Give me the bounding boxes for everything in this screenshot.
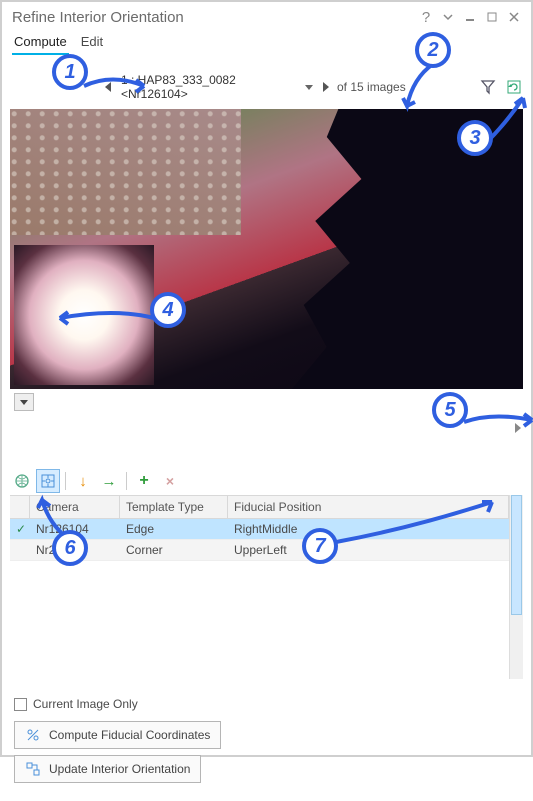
compute-fiducial-icon <box>25 727 41 743</box>
checkbox[interactable] <box>14 698 27 711</box>
cell-fiducial: UpperLeft <box>228 540 509 560</box>
add-button[interactable]: + <box>132 469 156 493</box>
fiducial-table-wrap: Camera Template Type Fiducial Position ✓… <box>10 495 523 679</box>
fiducial-table: Camera Template Type Fiducial Position ✓… <box>10 495 509 679</box>
title-bar: Refine Interior Orientation ? <box>2 2 531 28</box>
update-orientation-icon <box>25 761 41 777</box>
close-icon[interactable] <box>505 8 523 26</box>
chevron-down-icon <box>305 85 313 90</box>
compute-fiducial-button[interactable]: Compute Fiducial Coordinates <box>14 721 221 749</box>
maximize-icon[interactable] <box>483 8 501 26</box>
cell-template: Edge <box>120 519 228 539</box>
col-camera[interactable]: Camera <box>30 496 120 518</box>
update-orientation-label: Update Interior Orientation <box>49 762 190 776</box>
image-preview[interactable] <box>10 109 523 389</box>
next-image-button[interactable] <box>323 82 329 92</box>
expand-right-button[interactable] <box>515 423 521 433</box>
compute-fiducial-label: Compute Fiducial Coordinates <box>49 728 210 742</box>
cell-camera: Nr126104 <box>30 519 120 539</box>
image-select[interactable]: 1 : HAP83_333_0082 <Nr126104> <box>117 71 317 103</box>
current-image-only-row[interactable]: Current Image Only <box>14 697 519 711</box>
row-check-icon[interactable] <box>10 540 30 560</box>
menu-compute[interactable]: Compute <box>12 32 69 55</box>
image-nav: 1 : HAP83_333_0082 <Nr126104> of 15 imag… <box>2 55 531 109</box>
image-count-text: of 15 images <box>337 80 406 94</box>
delete-button[interactable]: × <box>158 469 182 493</box>
row-check-icon[interactable]: ✓ <box>10 519 30 539</box>
fiducial-zoom-inset[interactable] <box>14 245 154 385</box>
col-template[interactable]: Template Type <box>120 496 228 518</box>
menu-bar: Compute Edit <box>2 28 531 55</box>
prev-image-button[interactable] <box>105 82 111 92</box>
minimize-icon[interactable] <box>461 8 479 26</box>
table-toolbar: ↓ → + × <box>2 467 531 495</box>
current-image-only-label: Current Image Only <box>33 697 138 711</box>
move-down-button[interactable]: ↓ <box>71 469 95 493</box>
cell-fiducial: RightMiddle <box>228 519 509 539</box>
target-fiducial-button[interactable] <box>36 469 60 493</box>
image-select-text: 1 : HAP83_333_0082 <Nr126104> <box>121 73 305 101</box>
preview-collapse-button[interactable] <box>14 393 34 411</box>
table-row[interactable]: ✓ Nr126104 Edge RightMiddle <box>10 519 509 540</box>
help-icon[interactable]: ? <box>417 8 435 26</box>
filter-icon[interactable] <box>479 78 497 96</box>
dropdown-icon[interactable] <box>439 8 457 26</box>
table-row[interactable]: Nr20205 Corner UpperLeft <box>10 540 509 561</box>
update-orientation-button[interactable]: Update Interior Orientation <box>14 755 201 783</box>
col-check[interactable] <box>10 496 30 518</box>
window-title: Refine Interior Orientation <box>12 9 413 26</box>
cell-camera: Nr20205 <box>30 540 120 560</box>
table-header: Camera Template Type Fiducial Position <box>10 496 509 519</box>
col-fiducial[interactable]: Fiducial Position <box>228 496 509 518</box>
menu-edit[interactable]: Edit <box>79 32 105 55</box>
scrollbar[interactable] <box>509 495 523 679</box>
move-right-button[interactable]: → <box>97 469 121 493</box>
bottom-panel: Current Image Only Compute Fiducial Coor… <box>2 679 531 801</box>
cell-template: Corner <box>120 540 228 560</box>
scrollbar-thumb[interactable] <box>511 495 522 615</box>
globe-button[interactable] <box>10 469 34 493</box>
refresh-layer-icon[interactable] <box>505 78 523 96</box>
